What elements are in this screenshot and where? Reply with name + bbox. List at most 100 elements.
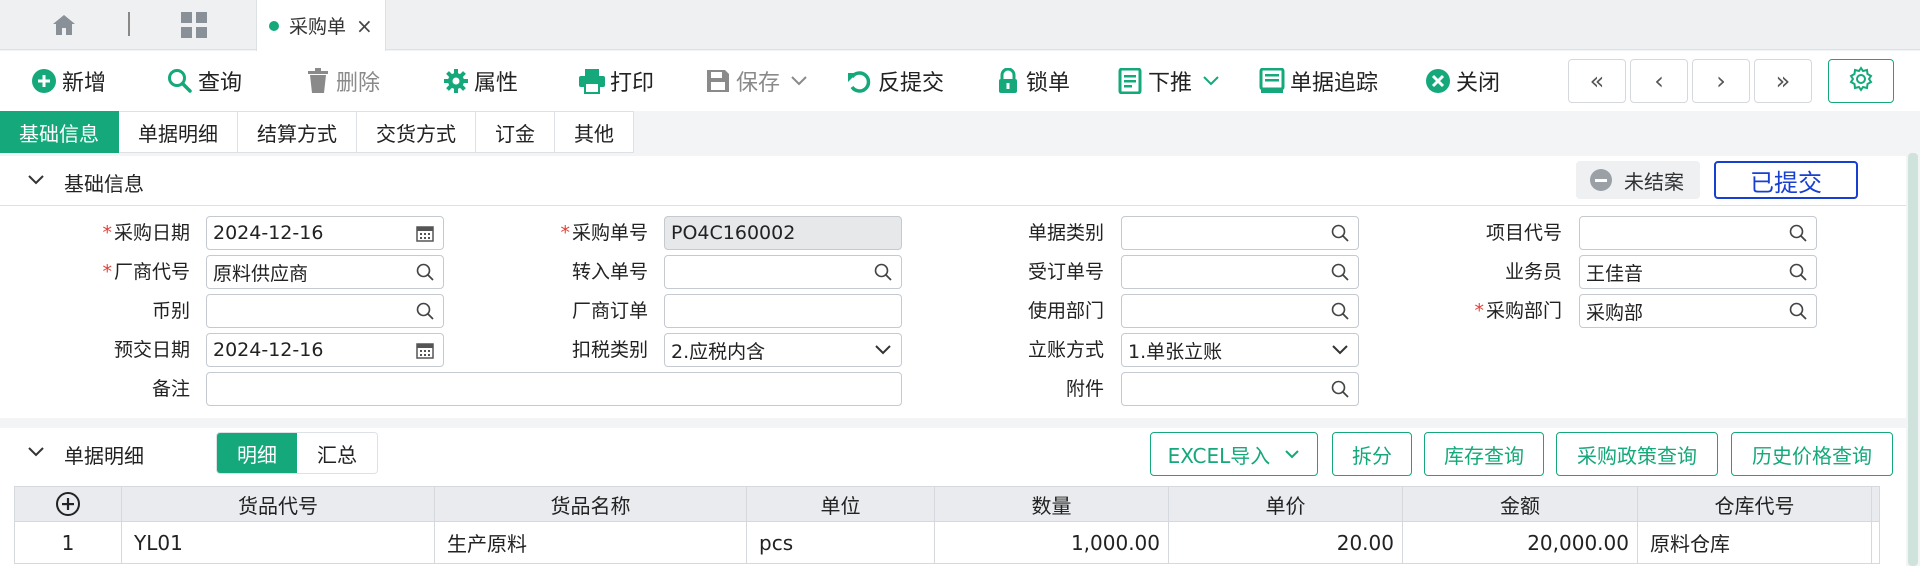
salesperson-field[interactable]: 王佳音	[1579, 255, 1817, 289]
column-header[interactable]: 货品代号	[122, 487, 435, 521]
tab-document-detail[interactable]: 单据明细	[119, 111, 238, 153]
properties-button[interactable]: 属性	[442, 64, 518, 98]
save-label: 保存	[736, 71, 781, 96]
account-method-select[interactable]: 1.单张立账	[1121, 333, 1359, 367]
column-header[interactable]: 仓库代号	[1638, 487, 1872, 521]
next-record-button[interactable]: ›	[1692, 59, 1750, 103]
scrollbar-thumb[interactable]	[1908, 153, 1918, 566]
cell-amount[interactable]: 20,000.00	[1403, 522, 1638, 563]
tax-type-select[interactable]: 2.应税内含	[664, 333, 902, 367]
search-icon[interactable]	[1328, 299, 1352, 323]
tab-settlement[interactable]: 结算方式	[238, 111, 357, 153]
vertical-scrollbar[interactable]	[1906, 153, 1920, 566]
record-navigation: « ‹ › »	[1568, 59, 1816, 103]
cell-quantity[interactable]: 1,000.00	[935, 522, 1169, 563]
new-label: 新增	[62, 71, 107, 96]
chevron-down-icon[interactable]	[1328, 338, 1352, 362]
calendar-icon[interactable]	[413, 221, 437, 245]
search-icon[interactable]	[1328, 221, 1352, 245]
remark-field[interactable]	[206, 372, 902, 406]
apps-grid-icon[interactable]	[174, 10, 214, 40]
project-code-field[interactable]	[1579, 216, 1817, 250]
delete-button[interactable]: 删除	[304, 64, 380, 98]
purchase-dept-field[interactable]: 采购部	[1579, 294, 1817, 328]
chevron-down-icon[interactable]	[24, 440, 48, 464]
transfer-no-label: 转入单号	[571, 261, 648, 283]
settings-button[interactable]	[1828, 59, 1894, 103]
order-no-field[interactable]	[1121, 255, 1359, 289]
detail-view-button[interactable]: 明细	[217, 433, 297, 473]
search-icon[interactable]	[871, 260, 895, 284]
search-icon[interactable]	[413, 299, 437, 323]
cell-unit-price[interactable]: 20.00	[1169, 522, 1403, 563]
properties-label: 属性	[474, 71, 519, 96]
main-toolbar: 新增 查询 删除 属性 打印 保存 反提交 锁单 下推 单据追踪 关闭 « ‹ …	[0, 51, 1920, 111]
chevron-down-icon[interactable]	[871, 338, 895, 362]
split-button[interactable]: 拆分	[1332, 432, 1412, 476]
cell-item-name[interactable]: 生产原料	[435, 522, 747, 563]
home-icon[interactable]	[44, 11, 84, 39]
currency-field[interactable]	[206, 294, 444, 328]
save-button[interactable]: 保存	[704, 64, 808, 98]
search-icon[interactable]	[413, 260, 437, 284]
push-down-button[interactable]: 下推	[1116, 64, 1220, 98]
search-icon[interactable]	[1328, 260, 1352, 284]
printer-icon	[578, 67, 606, 95]
tab-delivery[interactable]: 交货方式	[357, 111, 476, 153]
tab-basic-info[interactable]: 基础信息	[0, 111, 119, 153]
lock-button[interactable]: 锁单	[994, 64, 1070, 98]
dept-use-field[interactable]	[1121, 294, 1359, 328]
search-icon[interactable]	[1786, 299, 1810, 323]
plus-circle-icon	[30, 67, 58, 95]
search-icon[interactable]	[1328, 377, 1352, 401]
summary-view-button[interactable]: 汇总	[297, 433, 377, 473]
remark-label: 备注	[151, 378, 190, 400]
document-trace-button[interactable]: 单据追踪	[1258, 64, 1378, 98]
column-header[interactable]: 货品名称	[435, 487, 747, 521]
query-button[interactable]: 查询	[166, 64, 242, 98]
cell-unit[interactable]: pcs	[747, 522, 935, 563]
close-tab-icon[interactable]: ×	[356, 14, 373, 38]
table-header: 货品代号 货品名称 单位 数量 单价 金额 仓库代号	[14, 486, 1880, 522]
calendar-icon[interactable]	[413, 338, 437, 362]
transfer-no-field[interactable]	[664, 255, 902, 289]
column-header[interactable]: 单位	[747, 487, 935, 521]
stock-query-button[interactable]: 库存查询	[1424, 432, 1544, 476]
tab-deposit[interactable]: 订金	[476, 111, 555, 153]
vendor-code-field[interactable]: 原料供应商	[206, 255, 444, 289]
history-price-query-button[interactable]: 历史价格查询	[1731, 432, 1893, 476]
purchase-date-field[interactable]: 2024-12-16	[206, 216, 444, 250]
chevron-down-icon[interactable]	[1202, 75, 1220, 87]
chevron-down-icon[interactable]	[790, 75, 808, 87]
previous-record-button[interactable]: ‹	[1630, 59, 1688, 103]
vendor-order-field[interactable]	[664, 294, 902, 328]
doc-type-field[interactable]	[1121, 216, 1359, 250]
last-record-button[interactable]: »	[1754, 59, 1812, 103]
undo-icon	[846, 67, 874, 95]
add-row-icon[interactable]	[15, 487, 122, 521]
close-button[interactable]: 关闭	[1424, 64, 1500, 98]
chevron-down-icon[interactable]	[24, 168, 48, 192]
vendor-code-label: * 厂商代号	[102, 261, 190, 283]
search-icon[interactable]	[1786, 260, 1810, 284]
chevron-down-icon	[1284, 449, 1300, 459]
search-icon[interactable]	[1786, 221, 1810, 245]
attachment-field[interactable]	[1121, 372, 1359, 406]
print-button[interactable]: 打印	[578, 64, 654, 98]
column-header[interactable]: 单价	[1169, 487, 1403, 521]
purchase-policy-query-button[interactable]: 采购政策查询	[1556, 432, 1718, 476]
new-button[interactable]: 新增	[30, 64, 106, 98]
cell-warehouse[interactable]: 原料仓库	[1638, 522, 1872, 563]
column-header[interactable]: 数量	[935, 487, 1169, 521]
first-record-button[interactable]: «	[1568, 59, 1626, 103]
tax-type-label: 扣税类别	[571, 339, 648, 361]
column-header[interactable]: 金额	[1403, 487, 1638, 521]
tab-other[interactable]: 其他	[555, 111, 634, 153]
tab-purchase-order[interactable]: 采购单 ×	[256, 0, 386, 51]
section-tabs: 基础信息 单据明细 结算方式 交货方式 订金 其他	[0, 111, 634, 153]
unsubmit-button[interactable]: 反提交	[846, 64, 944, 98]
excel-import-button[interactable]: EXCEL导入	[1150, 432, 1318, 476]
expected-date-field[interactable]: 2024-12-16	[206, 333, 444, 367]
cell-item-code[interactable]: YL01	[122, 522, 435, 563]
table-row[interactable]: 1 YL01 生产原料 pcs 1,000.00 20.00 20,000.00…	[14, 522, 1880, 564]
